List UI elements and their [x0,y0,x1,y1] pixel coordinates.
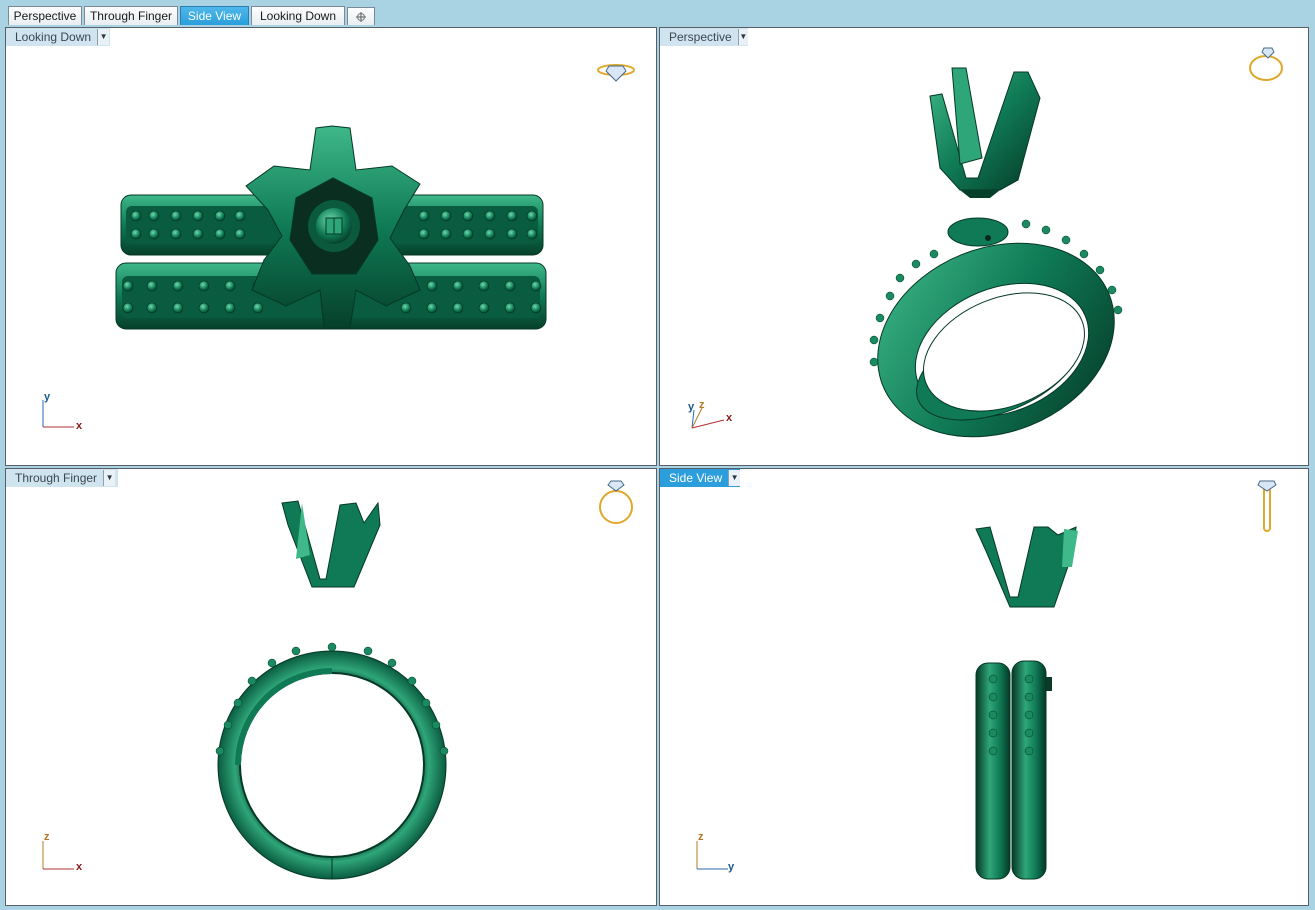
viewport-title: Side View [669,471,723,485]
diamond-ring-perspective-icon[interactable] [1249,47,1283,81]
perspective-scene [869,47,1283,438]
ring-band [877,217,1115,438]
chevron-down-icon[interactable]: ▼ [97,29,110,45]
tab-through-finger[interactable]: Through Finger [84,6,178,25]
diamond-ring-side-icon[interactable] [1257,480,1277,532]
axis-x-label: x [76,420,83,432]
axis-y-label: y [728,861,735,873]
side-view-scene [975,480,1277,880]
diamond-ring-front-icon[interactable] [599,480,633,524]
viewport-title: Through Finger [15,471,98,485]
axis-y-label: y [44,391,51,403]
viewport-title: Perspective [669,30,732,44]
axis-z-label: z [44,831,50,843]
looking-down-scene [115,64,635,330]
viewport-side-view[interactable]: Side View ▼ z y [659,468,1309,906]
prong-head [975,526,1078,608]
axis-x-label: x [76,861,83,873]
diamond-ring-top-icon[interactable] [597,64,635,82]
chevron-down-icon[interactable]: ▼ [728,470,740,486]
viewport-perspective[interactable]: Perspective ▼ y z x [659,27,1309,466]
axis-z-label: z [698,831,704,843]
tab-perspective[interactable]: Perspective [8,6,82,25]
add-tab-button[interactable] [347,7,375,25]
viewport-title: Looking Down [15,30,92,44]
plus-icon [356,12,366,22]
viewport-label-perspective[interactable]: Perspective ▼ [660,28,748,46]
axis-x-label: x [726,412,733,424]
viewport-label-looking-down[interactable]: Looking Down ▼ [6,28,110,46]
viewport-label-side-view[interactable]: Side View ▼ [660,469,740,487]
chevron-down-icon[interactable]: ▼ [737,29,748,45]
prong-head [281,500,381,588]
viewport-label-through-finger[interactable]: Through Finger ▼ [6,469,118,487]
viewport-tab-bar: Perspective Through Finger Side View Loo… [0,0,1315,26]
chevron-down-icon[interactable]: ▼ [103,470,116,486]
through-finger-scene [215,480,633,880]
viewport-through-finger[interactable]: Through Finger ▼ z x [5,468,657,906]
axis-y-label: y [688,401,695,413]
tab-side-view[interactable]: Side View [180,6,249,25]
viewport-looking-down[interactable]: Looking Down ▼ y x [5,27,657,466]
ring-side-columns [975,660,1052,880]
prong-head [929,67,1041,198]
axis-z-label: z [699,399,705,411]
tab-looking-down[interactable]: Looking Down [251,6,345,25]
